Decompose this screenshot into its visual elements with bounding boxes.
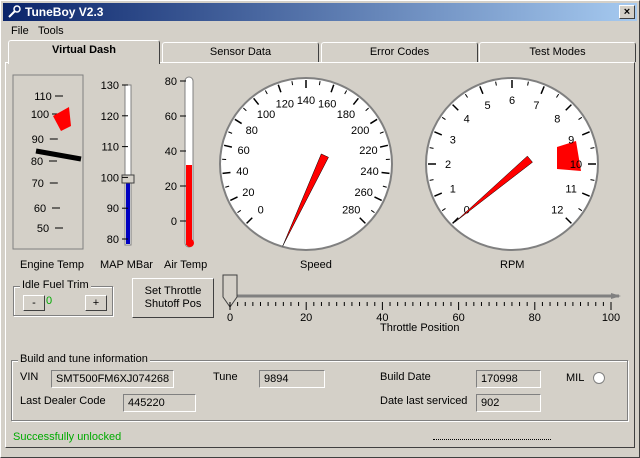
tune-field: 9894 xyxy=(259,370,325,388)
progress-indicator xyxy=(433,439,551,440)
air-temp-bulb xyxy=(186,239,194,247)
rpm-tick-label: 9 xyxy=(568,135,574,147)
air-temp-label: Air Temp xyxy=(164,259,208,271)
air-temp-tick-label: 40 xyxy=(165,146,177,158)
throttle-tick-label: 100 xyxy=(602,312,620,324)
map-slider[interactable] xyxy=(121,174,135,184)
tune-label: Tune xyxy=(213,371,238,383)
date-serviced-label: Date last serviced xyxy=(380,395,468,407)
throttle-tick-label: 20 xyxy=(300,312,312,324)
tab-sensor-data[interactable]: Sensor Data xyxy=(162,42,319,62)
rpm-tick-label: 1 xyxy=(450,183,456,195)
idle-fuel-trim-group: Idle Fuel Trim - 0 + xyxy=(13,279,113,316)
speed-tick xyxy=(381,171,390,175)
map-tick-label: 130 xyxy=(101,80,119,92)
date-serviced-field: 902 xyxy=(476,394,541,412)
rpm-tick-label: 6 xyxy=(509,95,515,107)
app-window: TuneBoy V2.3 × File Tools Virtual Dash S… xyxy=(0,0,640,458)
rpm-label: RPM xyxy=(500,259,525,271)
map-tick-label: 120 xyxy=(101,111,119,123)
speed-tick-label: 220 xyxy=(359,145,377,157)
map-tick-label: 80 xyxy=(107,234,119,246)
speed-tick-label: 100 xyxy=(257,109,275,121)
speed-tick xyxy=(318,81,321,86)
mil-indicator xyxy=(593,372,605,384)
fuel-trim-decrease-button[interactable]: - xyxy=(23,295,45,311)
map-tick-label: 90 xyxy=(107,203,119,215)
speed-tick-label: 20 xyxy=(242,187,254,199)
engine-temp-tick-label: 80 xyxy=(31,156,43,168)
close-button[interactable]: × xyxy=(619,5,635,19)
throttle-position-label: Throttle Position xyxy=(380,322,460,334)
air-temp-tick-label: 60 xyxy=(165,111,177,123)
speed-tick-label: 200 xyxy=(351,125,369,137)
air-temp-tick-label: 0 xyxy=(171,216,177,228)
status-message: Successfully unlocked xyxy=(13,431,122,443)
rpm-tick-label: 10 xyxy=(570,159,582,171)
build-date-field: 170998 xyxy=(476,370,541,388)
rpm-tick-label: 7 xyxy=(533,100,539,112)
speed-tick-label: 40 xyxy=(236,166,248,178)
map-fill xyxy=(126,177,130,244)
throttle-track-end xyxy=(611,293,621,299)
engine-temp-tick-label: 50 xyxy=(37,223,49,235)
engine-temp-tick-label: 90 xyxy=(32,134,44,146)
speed-label: Speed xyxy=(300,259,332,271)
rpm-tick-label: 12 xyxy=(551,204,563,216)
speed-tick xyxy=(222,171,231,175)
engine-temp-tick-label: 60 xyxy=(34,203,46,215)
mil-label: MIL xyxy=(566,372,585,384)
menu-bar: File Tools xyxy=(3,22,637,40)
engine-temp-tick-label: 100 xyxy=(31,109,49,121)
dealer-code-field: 445220 xyxy=(123,394,196,412)
speed-tick-label: 240 xyxy=(360,166,378,178)
rpm-tick-label: 4 xyxy=(464,114,470,126)
set-throttle-shutoff-button[interactable]: Set Throttle Shutoff Pos xyxy=(132,278,214,318)
menu-file[interactable]: File xyxy=(11,25,29,37)
build-info-label: Build and tune information xyxy=(18,353,150,365)
speed-tick-label: 260 xyxy=(354,187,372,199)
air-temp-tick-label: 80 xyxy=(165,76,177,88)
air-temp-fill xyxy=(186,165,192,245)
map-label: MAP MBar xyxy=(100,259,153,271)
rpm-tick-label: 11 xyxy=(565,183,576,195)
dealer-code-label: Last Dealer Code xyxy=(20,395,106,407)
menu-tools[interactable]: Tools xyxy=(38,25,64,37)
throttle-tick-label: 0 xyxy=(227,312,233,324)
rpm-tick-label: 2 xyxy=(445,159,451,171)
rpm-tick-label: 3 xyxy=(450,135,456,147)
wrench-icon xyxy=(8,5,21,18)
idle-fuel-trim-label: Idle Fuel Trim xyxy=(20,279,91,291)
tab-error-codes[interactable]: Error Codes xyxy=(321,42,478,62)
map-tick-label: 100 xyxy=(101,172,119,184)
speed-tick xyxy=(291,81,294,86)
window-title: TuneBoy V2.3 xyxy=(25,5,104,19)
gauges-area: 1101009080706050 1301201101009080 806040… xyxy=(12,74,621,324)
air-temp-tick-label: 20 xyxy=(165,181,177,193)
fuel-trim-increase-button[interactable]: + xyxy=(85,295,107,311)
vin-label: VIN xyxy=(20,371,39,383)
speed-tick-label: 280 xyxy=(342,204,360,216)
engine-temp-tick-label: 70 xyxy=(32,178,44,190)
rpm-tick-label: 5 xyxy=(484,100,490,112)
tab-test-modes[interactable]: Test Modes xyxy=(479,42,636,62)
speed-tick-label: 140 xyxy=(297,95,315,107)
title-bar: TuneBoy V2.3 × xyxy=(3,3,637,21)
tab-virtual-dash[interactable]: Virtual Dash xyxy=(8,40,160,64)
rpm-tick-label: 8 xyxy=(554,114,560,126)
speed-tick-label: 160 xyxy=(318,99,336,111)
build-date-label: Build Date xyxy=(380,371,431,383)
map-tick-label: 110 xyxy=(101,142,119,154)
speed-tick-label: 60 xyxy=(237,145,249,157)
vin-field: SMT500FM6XJ074268 xyxy=(51,370,174,388)
speed-tick-label: 180 xyxy=(337,109,355,121)
engine-temp-label: Engine Temp xyxy=(20,259,85,271)
speed-tick-label: 0 xyxy=(258,204,264,216)
throttle-tick-label: 80 xyxy=(529,312,541,324)
speed-tick-label: 80 xyxy=(246,125,258,137)
engine-temp-tick-label: 110 xyxy=(34,91,52,103)
speed-tick-label: 120 xyxy=(276,99,294,111)
fuel-trim-value: 0 xyxy=(46,295,53,307)
